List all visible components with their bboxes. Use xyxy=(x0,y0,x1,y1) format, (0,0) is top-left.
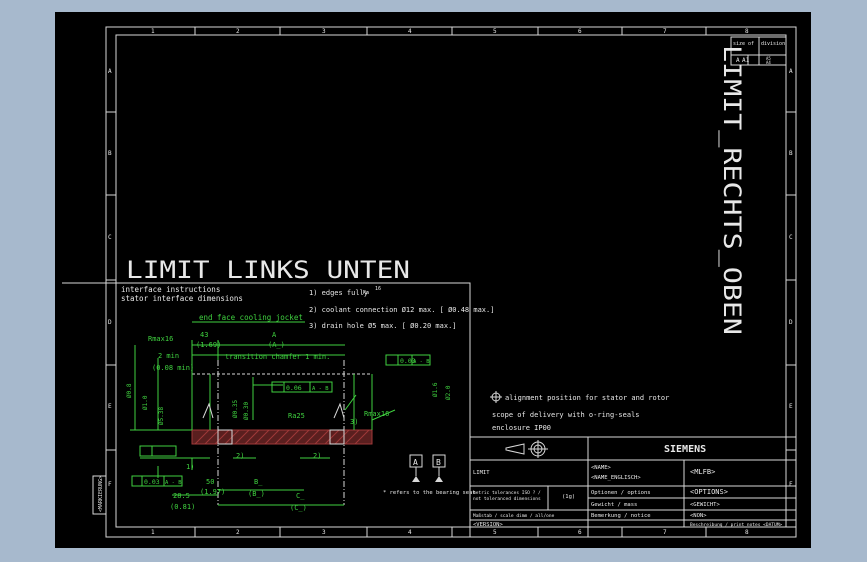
dim-vertical-6: Ø1.6 xyxy=(432,382,439,397)
bearing-ref-note: * refers to the bearing seat xyxy=(383,490,476,496)
zone-col-5: 5 xyxy=(493,28,497,35)
dim-2min: 2 min xyxy=(158,352,179,360)
limit-links-unten-title: LIMIT_LINKS_UNTEN xyxy=(126,256,410,284)
tb-remark-label: Bemerkung / notice xyxy=(591,513,651,519)
zone-row-F: F xyxy=(108,481,112,488)
zone-col-7-bottom: 7 xyxy=(663,529,667,536)
note-n2: 2) coolant connection Ø12 max. [ Ø0.48 m… xyxy=(309,306,494,314)
zone-col-1-bottom: 1 xyxy=(151,529,155,536)
right-note-alignment: alignment position for stator and rotor xyxy=(505,394,669,402)
dim-vertical-7: Ø2.0 xyxy=(445,385,452,400)
tb-name-en: <NAME_ENGLISCH> xyxy=(591,475,641,481)
dim-A-paren: (A_) xyxy=(268,341,285,349)
tol3-val: 0.03 xyxy=(144,478,160,486)
datum-B: B xyxy=(436,458,441,467)
zone-row-E: E xyxy=(108,403,112,410)
tb-tolerance-2: not toleranced dimensions xyxy=(473,496,541,502)
cooling-jacket-label: end face cooling jocket xyxy=(199,313,303,322)
zone-col-7: 7 xyxy=(663,28,667,35)
zone-col-8-bottom: 8 xyxy=(745,529,749,536)
side-stamp: <MARKIERUNG> xyxy=(98,476,104,512)
dim-2b: 2) xyxy=(313,452,321,460)
dim-transition: transition chamfer 1 min. xyxy=(225,353,330,361)
tol2-ref: A - B xyxy=(312,386,329,392)
note-n1-ra: Ra xyxy=(363,290,369,296)
dim-43: 43 xyxy=(200,331,208,339)
note-n1: 1) edges fully xyxy=(309,289,368,297)
zone-col-6: 6 xyxy=(578,28,582,35)
tol2-val: 0.06 xyxy=(286,384,302,392)
right-note-scope: scope of delivery with o-ring-seals xyxy=(492,411,640,419)
dim-B-paren: (B_) xyxy=(248,490,265,498)
tb-weight-label: Gewicht / mass xyxy=(591,502,637,508)
dim-008: (0.08 min) xyxy=(152,364,194,372)
tb-massstab: Maßstab / scale dimm / all/one xyxy=(473,513,555,519)
datum-A: A xyxy=(413,458,418,467)
dim-169: (1.69) xyxy=(196,341,221,349)
dim-197: (1.97) xyxy=(200,488,225,496)
zone-col-1: 1 xyxy=(151,28,155,35)
dim-vertical-2: Ø1.0 xyxy=(142,395,149,410)
right-note-enclosure: enclosure IP00 xyxy=(492,424,551,432)
zone-row-D-right: D xyxy=(789,319,793,326)
note-n3: 3) drain hole Ø5 max. [ Ø0.20 max.] xyxy=(309,322,457,330)
dim-vertical-1: Ø0.8 xyxy=(126,383,133,398)
zone-col-8: 8 xyxy=(745,28,749,35)
tb-options-label: Optionen / options xyxy=(591,490,651,496)
dim-285: 28.5 xyxy=(173,492,190,500)
zone-col-4-bottom: 4 xyxy=(408,529,412,536)
dim-50: 50 xyxy=(206,478,214,486)
dim-2: 2) xyxy=(236,452,244,460)
dim-C-paren: (C_) xyxy=(290,504,307,512)
zone-col-3: 3 xyxy=(322,28,326,35)
zone-row-C-right: C xyxy=(789,234,793,241)
dim-C: C_ xyxy=(296,492,305,500)
tb-tol-val: (1g) xyxy=(562,494,575,500)
tb-version: <VERSION> xyxy=(473,522,503,528)
note-line1: interface instructions xyxy=(121,285,220,294)
dim-rmax16: Rmax16 xyxy=(148,335,173,343)
zone-col-6-bottom: 6 xyxy=(578,529,582,536)
zone-col-3-bottom: 3 xyxy=(322,529,326,536)
zone-col-2: 2 xyxy=(236,28,240,35)
dim-vertical-3: Ø5.38 xyxy=(158,407,165,425)
zone-row-E-right: E xyxy=(789,403,793,410)
note-n1-val: 16 xyxy=(375,286,381,292)
tb-description: Beschreibung / print notes <DATUM> xyxy=(690,522,782,528)
size-box-sub2: A4 xyxy=(766,60,771,65)
zone-col-2-bottom: 2 xyxy=(236,529,240,536)
cad-drawing-canvas: 1 2 3 4 5 6 7 8 1 2 3 4 5 6 7 8 A B C D … xyxy=(55,12,811,548)
zone-col-5-bottom: 5 xyxy=(493,529,497,536)
zone-row-B: B xyxy=(108,150,112,157)
dim-vertical-5: Ø0.30 xyxy=(243,402,250,420)
size-box-division: division xyxy=(761,41,785,47)
tb-name: <NAME> xyxy=(591,465,612,471)
zone-col-4: 4 xyxy=(408,28,412,35)
dim-1: 1) xyxy=(186,463,194,471)
tb-options-value: <OPTIONS> xyxy=(690,488,728,496)
note-line2: stator interface dimensions xyxy=(121,294,243,303)
tb-tolerance: metric tolerances ISO ? / xyxy=(473,490,541,496)
tb-weight-value: <GEWICHT> xyxy=(690,502,720,508)
zone-row-A: A xyxy=(108,68,112,75)
tb-limit: LIMIT xyxy=(473,470,490,476)
limit-rechts-oben-title: LIMIT_RECHTS_OBEN xyxy=(718,45,746,335)
dim-rmax16-b: Rmax16 xyxy=(364,410,389,418)
tol3-ref: A - B xyxy=(165,480,182,486)
zone-row-C: C xyxy=(108,234,112,241)
zone-row-B-right: B xyxy=(789,150,793,157)
tol1-ref: A - B xyxy=(413,359,430,365)
dim-3: 3) xyxy=(350,418,358,426)
zone-row-F-right: F xyxy=(789,481,793,488)
zone-row-A-right: A xyxy=(789,68,793,75)
dim-ra25: Ra25 xyxy=(288,412,305,420)
tb-remark-value: <NON> xyxy=(690,513,707,519)
tb-mlfb: <MLFB> xyxy=(690,468,715,476)
dim-B: B_ xyxy=(254,478,263,486)
dim-081: (0.81) xyxy=(170,503,195,511)
dim-vertical-4: Ø0.35 xyxy=(232,400,239,418)
zone-row-D: D xyxy=(108,319,112,326)
tb-brand: SIEMENS xyxy=(664,444,706,455)
